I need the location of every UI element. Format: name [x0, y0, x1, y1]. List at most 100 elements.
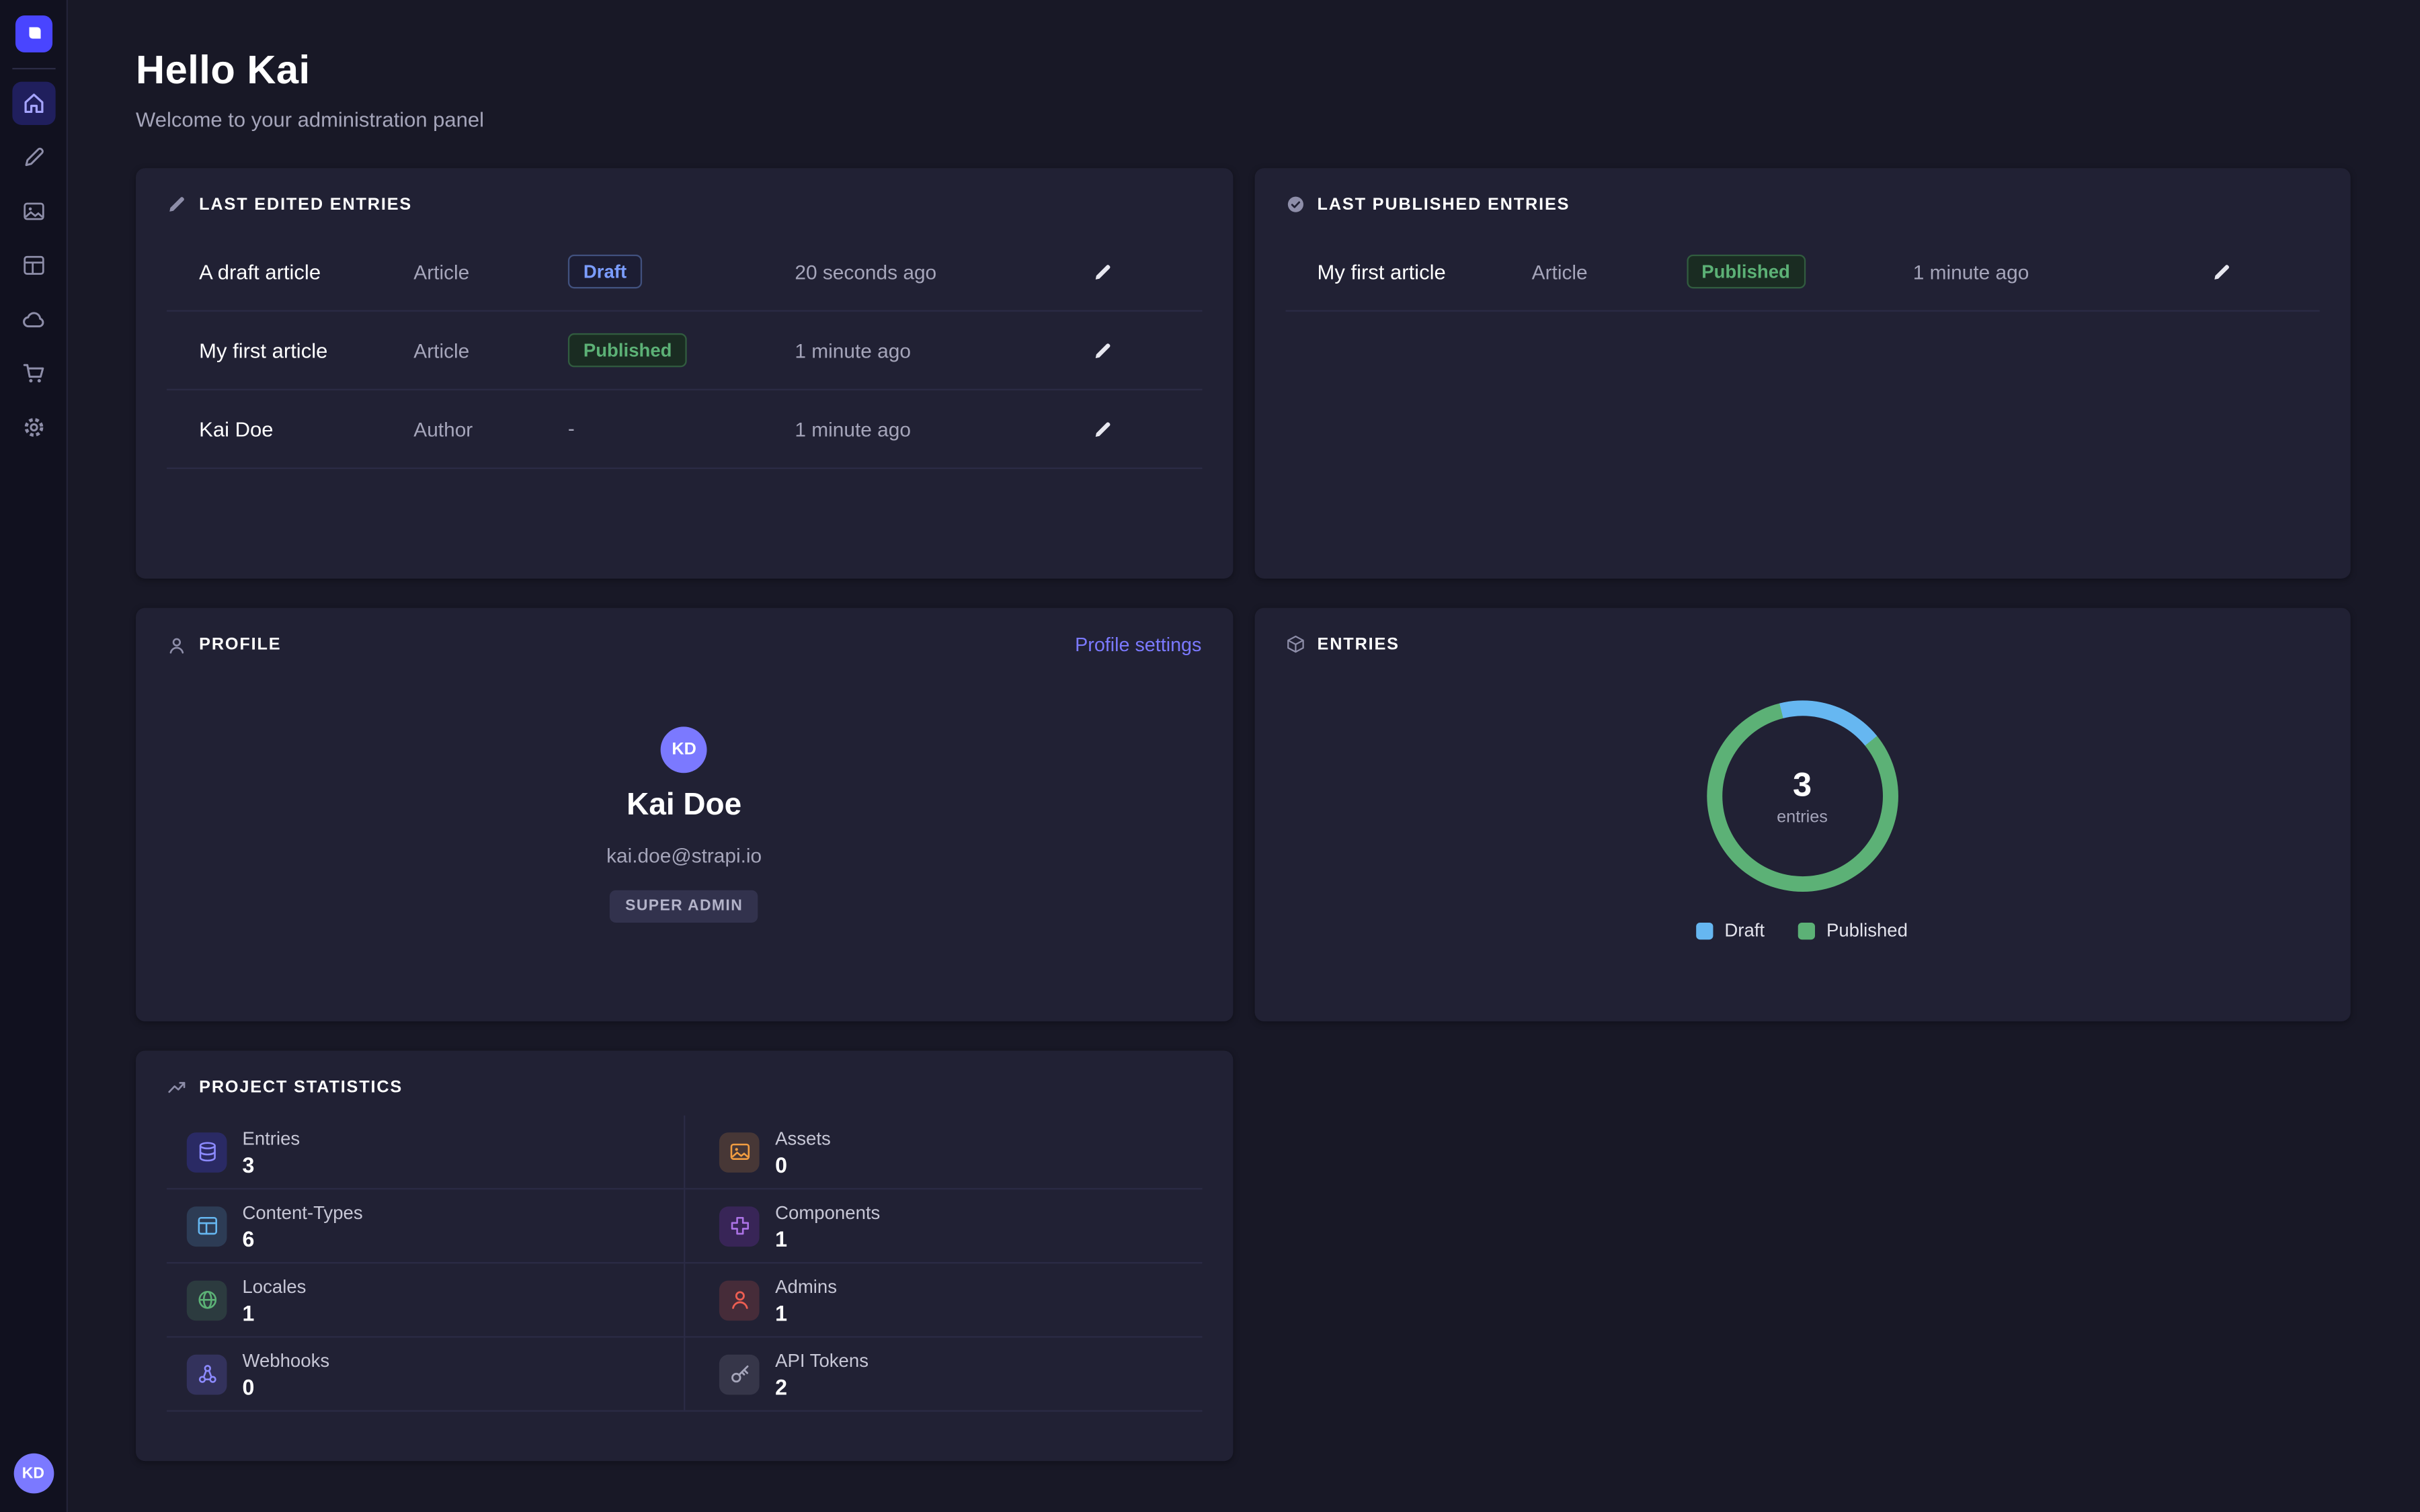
layout-icon	[21, 253, 46, 278]
user-avatar[interactable]: KD	[13, 1454, 54, 1494]
stat-label: API Tokens	[775, 1349, 869, 1371]
draft-swatch-icon	[1697, 922, 1713, 939]
sidebar-item-content-manager[interactable]	[11, 136, 54, 179]
card-header: LAST EDITED ENTRIES	[136, 168, 1232, 214]
entries-count: 3	[1793, 765, 1812, 806]
stat-value: 3	[242, 1152, 300, 1177]
entry-time: 20 seconds ago	[795, 260, 1062, 283]
profile-name: Kai Doe	[627, 788, 741, 824]
strapi-admin-app: KD Hello Kai Welcome to your administrat…	[0, 0, 2420, 1512]
sidebar-divider	[11, 68, 54, 69]
user-icon	[167, 635, 187, 655]
status-badge: Draft	[568, 255, 642, 289]
cart-icon	[21, 361, 46, 386]
card-title: LAST EDITED ENTRIES	[199, 195, 412, 214]
key-icon	[719, 1354, 760, 1394]
entry-title: Kai Doe	[199, 417, 413, 440]
entries-count-label: entries	[1777, 808, 1828, 827]
edit-entry-button[interactable]	[1081, 250, 1124, 293]
gear-icon	[21, 415, 46, 440]
role-badge: SUPER ADMIN	[610, 890, 758, 923]
strapi-logo[interactable]	[15, 15, 52, 52]
puzzle-icon	[719, 1206, 760, 1246]
stat-admins: Admins 1	[684, 1263, 1202, 1337]
entry-time: 1 minute ago	[795, 417, 1062, 440]
database-icon	[187, 1132, 227, 1172]
dashboard-grid: LAST EDITED ENTRIES A draft article Arti…	[136, 168, 2351, 1461]
profile-body: KD Kai Doe kai.doe@strapi.io SUPER ADMIN	[136, 656, 1232, 923]
sidebar-item-content-type-builder[interactable]	[11, 244, 54, 287]
table-row: Kai Doe Author - 1 minute ago	[167, 390, 1201, 469]
sidebar-item-settings[interactable]	[11, 406, 54, 449]
entries-body: 3 entries Draft Published	[1254, 654, 2350, 941]
pen-icon	[21, 145, 46, 170]
card-header: LAST PUBLISHED ENTRIES	[1254, 168, 2350, 214]
legend-item-draft: Draft	[1697, 919, 1765, 941]
cube-icon	[1285, 634, 1305, 655]
sidebar-bottom: KD	[13, 1454, 54, 1494]
entry-type: Author	[413, 417, 568, 440]
sidebar-item-home[interactable]	[11, 82, 54, 125]
entry-type: Article	[1532, 260, 1687, 283]
globe-icon	[187, 1279, 227, 1320]
home-icon	[21, 91, 46, 116]
stat-value: 6	[242, 1226, 362, 1251]
stat-label: Components	[775, 1201, 880, 1222]
last-edited-entries-card: LAST EDITED ENTRIES A draft article Arti…	[136, 168, 1232, 579]
stat-value: 1	[775, 1226, 880, 1251]
stat-api-tokens: API Tokens 2	[684, 1338, 1202, 1412]
entry-time: 1 minute ago	[1913, 260, 2181, 283]
card-title: LAST PUBLISHED ENTRIES	[1318, 195, 1570, 214]
edit-entry-button[interactable]	[1081, 407, 1124, 450]
sidebar: KD	[0, 0, 68, 1512]
stat-label: Admins	[775, 1275, 837, 1297]
chart-legend: Draft Published	[1697, 919, 1908, 941]
profile-card: PROFILE Profile settings KD Kai Doe kai.…	[136, 608, 1232, 1021]
card-title: ENTRIES	[1318, 635, 1400, 654]
table-row: My first article Article Published 1 min…	[1285, 233, 2319, 312]
admin-user-icon	[719, 1279, 760, 1320]
check-circle-icon	[1285, 194, 1305, 214]
edit-entry-button[interactable]	[2200, 250, 2243, 293]
stat-label: Locales	[242, 1275, 306, 1297]
entry-type: Article	[413, 339, 568, 362]
edit-pencil-icon	[1092, 261, 1113, 282]
profile-settings-link[interactable]: Profile settings	[1075, 634, 1201, 656]
profile-avatar: KD	[661, 726, 707, 773]
donut-center: 3 entries	[1722, 716, 1883, 876]
sidebar-nav	[11, 82, 54, 449]
entry-type: Article	[413, 260, 568, 283]
edit-entry-button[interactable]	[1081, 329, 1124, 372]
card-header: PROJECT STATISTICS	[136, 1051, 1232, 1097]
card-title: PROJECT STATISTICS	[199, 1078, 403, 1097]
sidebar-item-media-library[interactable]	[11, 190, 54, 233]
stat-assets: Assets 0	[684, 1116, 1202, 1189]
entries-donut-chart: 3 entries	[1707, 700, 1898, 892]
published-swatch-icon	[1799, 922, 1816, 939]
stat-locales: Locales 1	[167, 1263, 684, 1337]
sidebar-item-marketplace[interactable]	[11, 351, 54, 394]
last-published-entries-card: LAST PUBLISHED ENTRIES My first article …	[1254, 168, 2350, 579]
table-row: A draft article Article Draft 20 seconds…	[167, 233, 1201, 312]
stat-value: 0	[775, 1152, 831, 1177]
status-badge: -	[568, 417, 575, 439]
edit-pencil-icon	[2211, 261, 2231, 282]
entry-title: My first article	[199, 339, 413, 362]
stat-label: Assets	[775, 1127, 831, 1148]
status-badge: Published	[1686, 255, 1806, 289]
legend-label: Published	[1826, 919, 1908, 941]
stat-value: 2	[775, 1374, 869, 1398]
entry-title: My first article	[1318, 260, 1532, 283]
sidebar-item-deploy[interactable]	[11, 298, 54, 341]
cloud-icon	[21, 307, 46, 332]
card-header: ENTRIES	[1254, 608, 2350, 655]
media-library-icon	[21, 199, 46, 224]
main-content: Hello Kai Welcome to your administration…	[68, 0, 2420, 1512]
stat-label: Webhooks	[242, 1349, 329, 1371]
page-title: Hello Kai	[136, 46, 2351, 94]
legend-item-published: Published	[1799, 919, 1908, 941]
stat-value: 0	[242, 1374, 329, 1398]
stats-table: Entries 3 Assets 0	[167, 1116, 1201, 1412]
status-badge: Published	[568, 333, 688, 368]
entry-title: A draft article	[199, 260, 413, 283]
